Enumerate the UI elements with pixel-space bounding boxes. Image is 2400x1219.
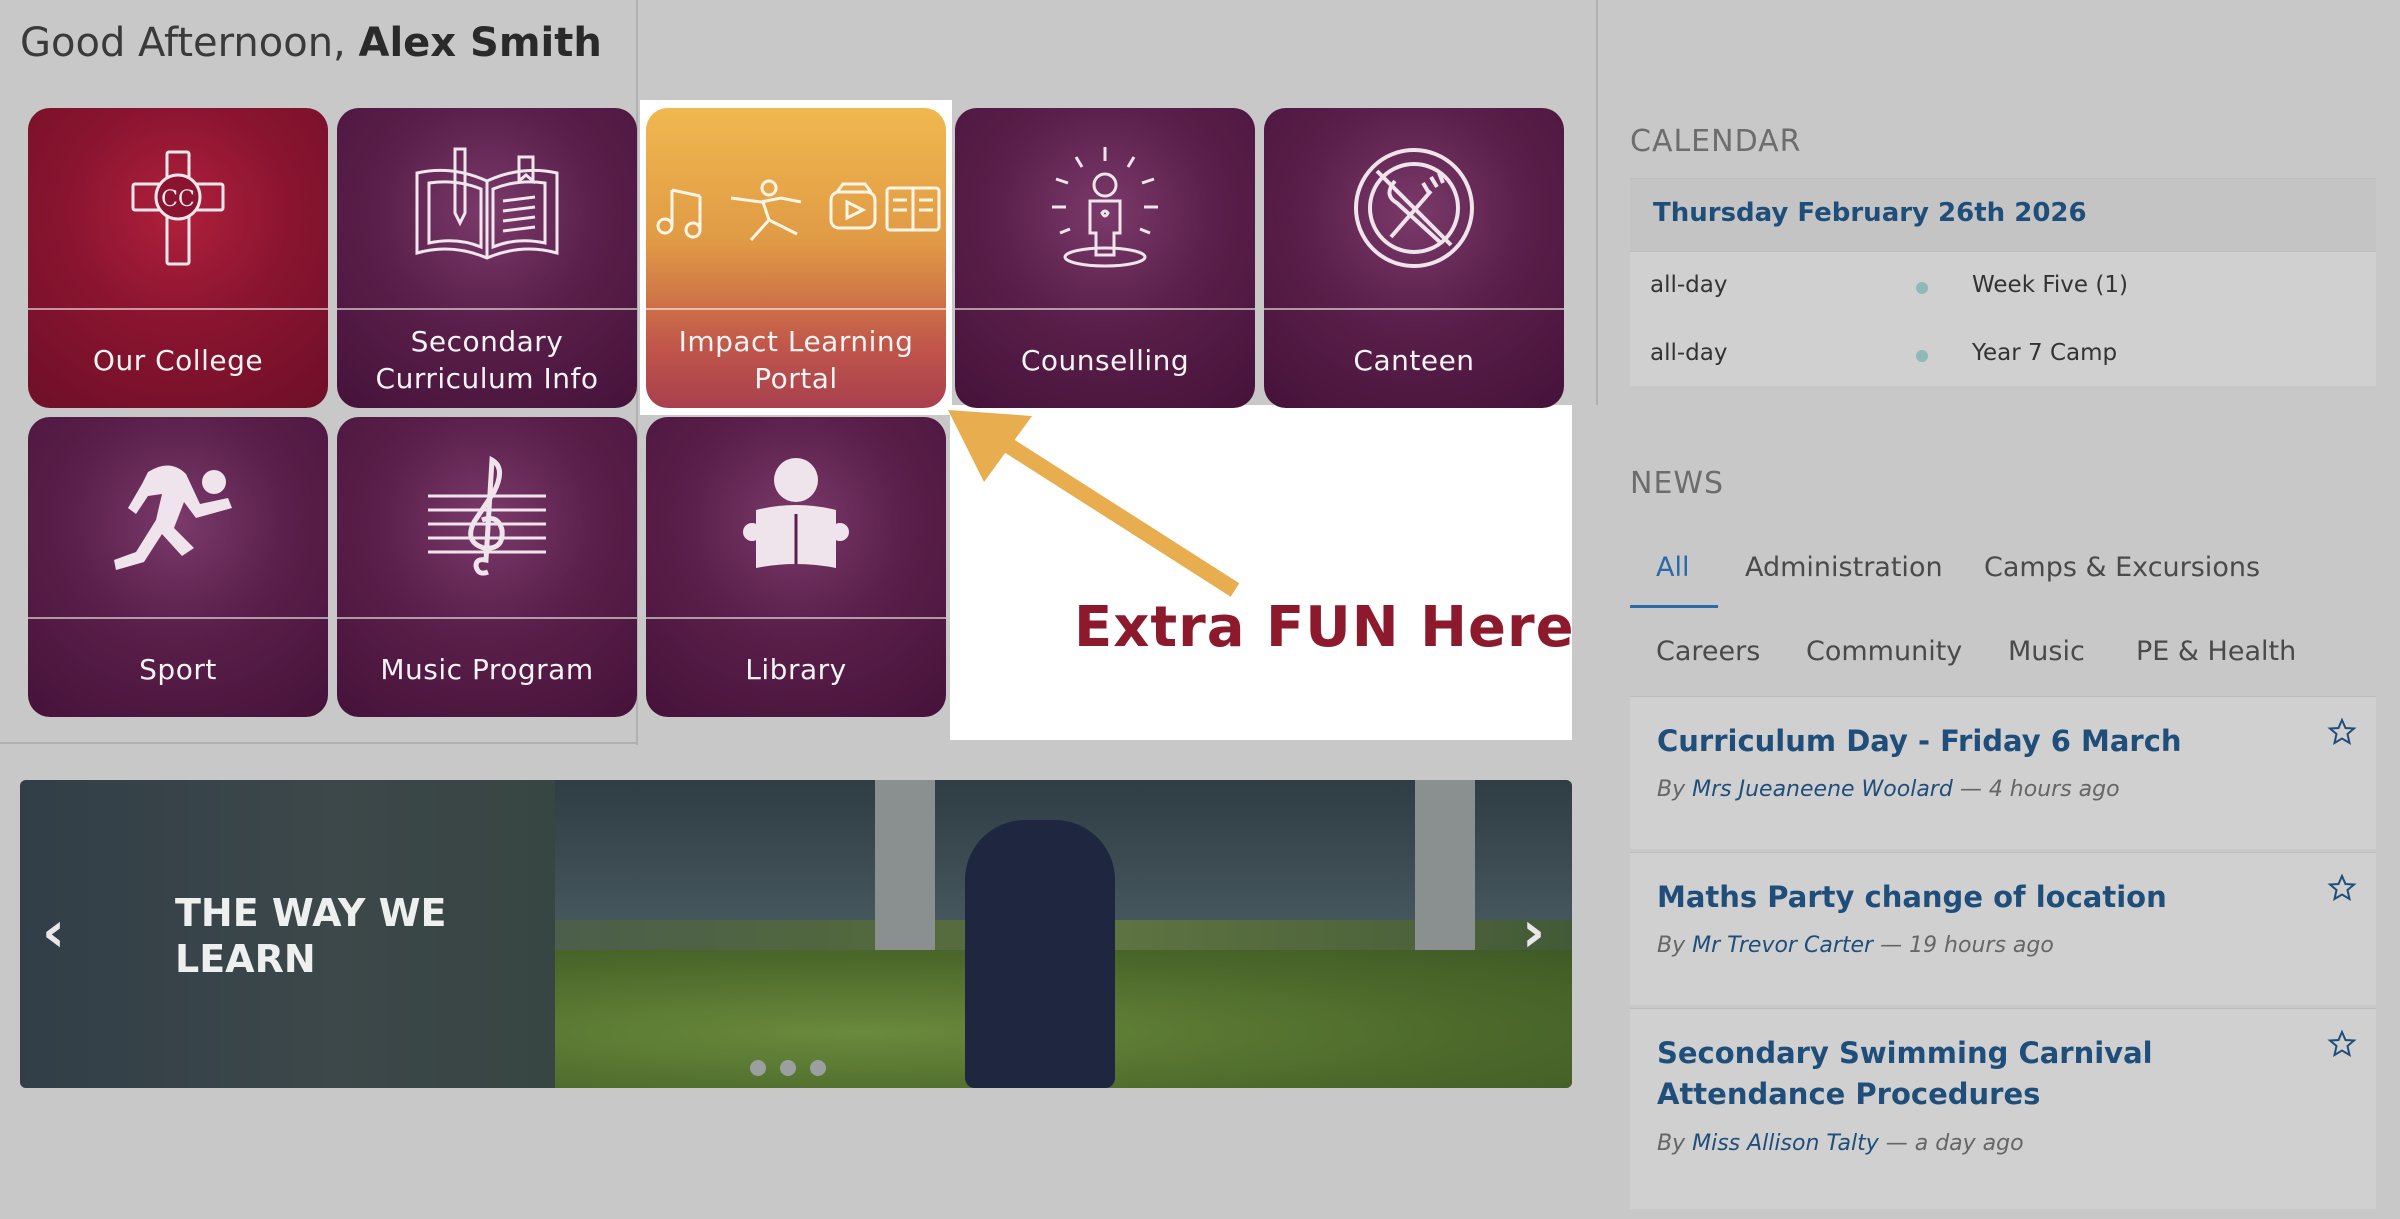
news-author[interactable]: Miss Allison Talty xyxy=(1692,1131,1879,1156)
calendar-event[interactable]: all-day Week Five (1) xyxy=(1630,252,2376,320)
no-cutlery-icon xyxy=(1264,108,1564,308)
tile-divider xyxy=(646,617,946,619)
news-time: — a day ago xyxy=(1885,1131,2024,1156)
user-name: Alex Smith xyxy=(358,20,602,66)
tile-divider xyxy=(1264,308,1564,310)
tile-divider xyxy=(337,308,637,310)
tile-label: Counselling xyxy=(1020,343,1190,377)
news-tab-camps-excursions[interactable]: Camps & Excursions xyxy=(1984,552,2260,583)
carousel-dot-2[interactable] xyxy=(780,1060,796,1076)
tile-counselling[interactable]: Counselling xyxy=(955,108,1255,408)
carousel-student-figure xyxy=(965,820,1115,1088)
news-tab-administration[interactable]: Administration xyxy=(1745,552,1943,583)
tile-label: Canteen xyxy=(1353,343,1475,377)
news-tab-music[interactable]: Music xyxy=(2008,636,2085,667)
panel-divider-bottom xyxy=(0,742,638,744)
greeting: Good Afternoon, Alex Smith xyxy=(20,20,602,66)
carousel-next-button[interactable]: › xyxy=(1522,905,1545,961)
treble-clef-icon xyxy=(337,417,637,617)
news-item[interactable]: Maths Party change of location By Mr Tre… xyxy=(1630,852,2376,1005)
carousel-title: THE WAY WE LEARN xyxy=(175,891,447,981)
person-radiating-icon xyxy=(955,108,1255,308)
annotation-text: Extra FUN Here xyxy=(1074,595,1575,660)
video-play-icon xyxy=(829,182,877,230)
news-byline: By Mrs Jueaneene Woolard — 4 hours ago xyxy=(1657,777,2120,802)
tile-label: Sport xyxy=(139,652,217,686)
event-title: Year 7 Camp xyxy=(1972,340,2118,366)
panel-divider-right xyxy=(1596,0,1598,405)
news-tab-careers[interactable]: Careers xyxy=(1656,636,1760,667)
news-tab-pe-health[interactable]: PE & Health xyxy=(2136,636,2296,667)
tile-divider xyxy=(28,308,328,310)
carousel-prev-button[interactable]: ‹ xyxy=(42,905,65,961)
tile-label: Secondary Curriculum Info xyxy=(375,325,599,395)
tile-canteen[interactable]: Canteen xyxy=(1264,108,1564,408)
event-title: Week Five (1) xyxy=(1972,272,2128,298)
news-byline: By Mr Trevor Carter — 19 hours ago xyxy=(1657,933,2054,958)
news-tab-all[interactable]: All xyxy=(1656,552,1689,583)
news-by: By xyxy=(1657,777,1686,802)
runner-icon xyxy=(28,417,328,617)
open-book-icon xyxy=(337,108,637,308)
tile-label: Impact Learning Portal xyxy=(678,325,914,395)
tile-our-college[interactable]: CC Our College xyxy=(28,108,328,408)
event-time: all-day xyxy=(1650,272,1728,298)
hero-carousel[interactable]: THE WAY WE LEARN ‹ › xyxy=(20,780,1572,1088)
tile-divider xyxy=(646,308,946,310)
news-heading: NEWS xyxy=(1630,466,1725,501)
learning-portal-icons xyxy=(646,108,946,308)
event-time: all-day xyxy=(1650,340,1728,366)
news-author[interactable]: Mrs Jueaneene Woolard xyxy=(1692,777,1953,802)
news-author[interactable]: Mr Trevor Carter xyxy=(1692,933,1873,958)
calendar-event[interactable]: all-day Year 7 Camp xyxy=(1630,320,2376,388)
reader-icon xyxy=(646,417,946,617)
tile-sport[interactable]: Sport xyxy=(28,417,328,717)
tile-divider xyxy=(955,308,1255,310)
carousel-pillar xyxy=(875,780,935,960)
news-tab-community[interactable]: Community xyxy=(1806,636,1962,667)
event-dot-icon xyxy=(1916,350,1928,362)
news-time: — 4 hours ago xyxy=(1959,777,2120,802)
carousel-pillar xyxy=(1415,780,1475,960)
event-dot-icon xyxy=(1916,282,1928,294)
star-icon[interactable] xyxy=(2327,873,2357,903)
tile-secondary-curriculum-info[interactable]: Secondary Curriculum Info xyxy=(337,108,637,408)
tile-label: Music Program xyxy=(380,652,594,686)
news-by: By xyxy=(1657,933,1686,958)
news-item[interactable]: Secondary Swimming Carnival Attendance P… xyxy=(1630,1008,2376,1209)
news-time: — 19 hours ago xyxy=(1880,933,2054,958)
tile-label: Library xyxy=(745,652,847,686)
news-by: By xyxy=(1657,1131,1686,1156)
news-title[interactable]: Maths Party change of location xyxy=(1657,877,2297,918)
star-icon[interactable] xyxy=(2327,1029,2357,1059)
college-crest-icon: CC xyxy=(28,108,328,308)
annotation-arrow-icon xyxy=(948,410,1240,597)
news-title[interactable]: Curriculum Day - Friday 6 March xyxy=(1657,721,2297,762)
tile-impact-learning-portal[interactable]: Impact Learning Portal xyxy=(646,108,946,408)
news-byline: By Miss Allison Talty — a day ago xyxy=(1657,1131,2024,1156)
calendar-heading: CALENDAR xyxy=(1630,124,1802,159)
tile-label: Our College xyxy=(92,343,264,377)
star-icon[interactable] xyxy=(2327,717,2357,747)
svg-text:CC: CC xyxy=(161,187,195,212)
carousel-dot-1[interactable] xyxy=(750,1060,766,1076)
calendar-date: Thursday February 26th 2026 xyxy=(1653,198,2087,228)
tile-library[interactable]: Library xyxy=(646,417,946,717)
ebook-icon xyxy=(885,186,941,232)
dancer-icon xyxy=(730,179,802,242)
active-tab-indicator xyxy=(1630,605,1718,608)
music-notes-icon xyxy=(656,188,702,239)
carousel-indicators xyxy=(750,1060,826,1076)
greeting-prefix: Good Afternoon, xyxy=(20,20,346,66)
tile-divider xyxy=(28,617,328,619)
tile-divider xyxy=(337,617,637,619)
tile-music-program[interactable]: Music Program xyxy=(337,417,637,717)
news-item[interactable]: Curriculum Day - Friday 6 March By Mrs J… xyxy=(1630,696,2376,849)
news-title[interactable]: Secondary Swimming Carnival Attendance P… xyxy=(1657,1033,2297,1115)
carousel-dot-3[interactable] xyxy=(810,1060,826,1076)
